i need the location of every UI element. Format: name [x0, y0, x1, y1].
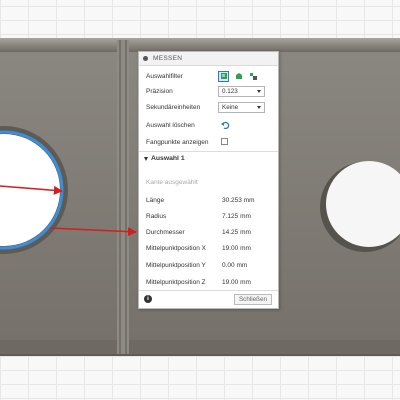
clear-selection-row: Auswahl löschen	[146, 119, 272, 131]
measurement-value: 30.253 mm	[222, 196, 255, 204]
measurement-value: 7.125 mm	[222, 212, 251, 220]
component-filter-icon[interactable]	[248, 71, 259, 82]
edge-selected-label: Kante ausgewählt	[146, 178, 198, 186]
selection-filter-label: Auswahlfilter	[146, 72, 183, 80]
chevron-down-icon	[257, 89, 261, 93]
selection-1-header[interactable]: Auswahl 1	[144, 155, 185, 162]
measurement-value: 0.00 mm	[222, 261, 248, 269]
chevron-down-icon	[257, 105, 261, 109]
measurement-label: Mittelpunktposition Y	[146, 261, 206, 269]
expand-triangle-icon	[144, 156, 148, 161]
selection-filter-row: Auswahlfilter	[146, 70, 272, 82]
plate-bevel-bottom	[0, 340, 400, 354]
face-filter-icon[interactable]	[233, 71, 244, 82]
reset-icon[interactable]	[221, 119, 230, 131]
close-button[interactable]: Schließen	[233, 294, 272, 305]
measurement-row: Durchmesser 14.25 mm	[146, 226, 272, 238]
measurement-label: Mittelpunktposition Z	[146, 278, 206, 286]
measurement-value: 19.00 mm	[222, 244, 251, 252]
snap-points-row: Fangpunkte anzeigen	[146, 136, 272, 148]
clear-selection-label: Auswahl löschen	[146, 121, 195, 129]
measurement-row: Mittelpunktposition Y 0.00 mm	[146, 259, 272, 271]
measurement-value: 14.25 mm	[222, 228, 251, 236]
secondary-units-label: Sekundäreinheiten	[146, 103, 201, 111]
precision-row: Präzision 0.123	[146, 85, 272, 97]
measurement-label: Länge	[146, 196, 165, 204]
snap-points-checkbox[interactable]	[221, 138, 228, 145]
no-edge-row: Kante ausgewählt	[146, 176, 272, 188]
secondary-units-select[interactable]: Keine	[218, 101, 265, 113]
body-filter-icon[interactable]	[218, 70, 229, 82]
panel-header[interactable]: MESSEN	[139, 52, 278, 66]
plate-bevel-top	[0, 38, 400, 52]
precision-select[interactable]: 0.123	[218, 85, 265, 97]
measurement-value: 19.00 mm	[222, 278, 251, 286]
panel-footer: i Schließen	[139, 290, 278, 308]
snap-points-label: Fangpunkte anzeigen	[146, 138, 209, 146]
measurement-label: Durchmesser	[146, 228, 185, 236]
divider	[139, 151, 278, 152]
measure-panel: MESSEN Auswahlfilter Präzision 0.123 Sek…	[138, 51, 279, 309]
secondary-units-value: Keine	[222, 103, 239, 111]
precision-label: Präzision	[146, 87, 173, 95]
collapse-icon[interactable]	[143, 56, 148, 61]
measurement-row: Mittelpunktposition Z 19.00 mm	[146, 276, 272, 288]
info-icon[interactable]: i	[144, 295, 152, 303]
panel-title: MESSEN	[153, 55, 183, 62]
measurement-row: Mittelpunktposition X 19.00 mm	[146, 242, 272, 254]
selection-1-title: Auswahl 1	[151, 155, 185, 162]
secondary-units-row: Sekundäreinheiten Keine	[146, 101, 272, 113]
measurement-row: Radius 7.125 mm	[146, 210, 272, 222]
center-groove	[117, 40, 129, 354]
measurement-label: Radius	[146, 212, 167, 220]
precision-value: 0.123	[222, 87, 238, 95]
measurement-label: Mittelpunktposition X	[146, 244, 206, 252]
measurement-row: Länge 30.253 mm	[146, 194, 272, 206]
